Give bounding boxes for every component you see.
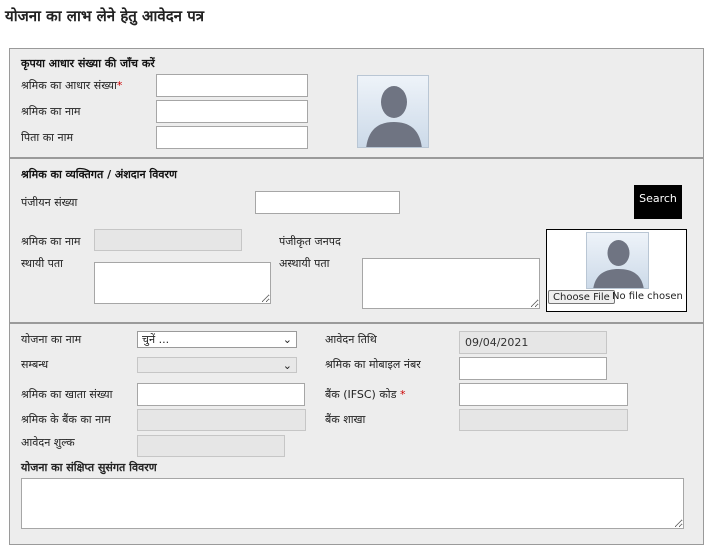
scheme-select-value: चुनें ... bbox=[142, 333, 170, 346]
avatar-icon bbox=[358, 76, 428, 147]
bank-name-label: श्रमिक के बैंक का नाम bbox=[21, 413, 111, 426]
father-name-label: पिता का नाम bbox=[21, 131, 74, 144]
worker-photo bbox=[357, 75, 429, 148]
personal-section-title: श्रमिक का व्यक्तिगत / अंशदान विवरण bbox=[21, 168, 177, 181]
worker-name-input[interactable] bbox=[156, 100, 308, 123]
branch-label: बैंक शाखा bbox=[325, 413, 366, 426]
mobile-label: श्रमिक का मोबाइल नंबर bbox=[325, 358, 421, 371]
no-file-chosen-text: No file chosen bbox=[612, 291, 683, 302]
worker-name-label-2: श्रमिक का नाम bbox=[21, 235, 81, 248]
account-input[interactable] bbox=[137, 383, 305, 406]
ifsc-label-text: बैंक (IFSC) कोड bbox=[325, 388, 397, 401]
choose-file-button[interactable]: Choose File bbox=[548, 290, 615, 304]
description-textarea[interactable] bbox=[21, 478, 684, 529]
aadhaar-label-text: श्रमिक का आधार संख्या bbox=[21, 79, 117, 92]
avatar-icon bbox=[587, 233, 648, 288]
aadhaar-section-title: कृपया आधार संख्या की जाँच करें bbox=[21, 57, 155, 70]
registration-input[interactable] bbox=[255, 191, 400, 214]
worker-name-readonly bbox=[94, 229, 242, 251]
relation-select[interactable]: ⌄ bbox=[137, 357, 297, 373]
scheme-select[interactable]: चुनें ... ⌄ bbox=[137, 331, 297, 348]
page-title: योजना का लाभ लेने हेतु आवेदन पत्र bbox=[5, 7, 205, 25]
ifsc-label: बैंक (IFSC) कोड * bbox=[325, 387, 406, 402]
temporary-address-textarea[interactable] bbox=[362, 258, 540, 309]
aadhaar-input[interactable] bbox=[156, 74, 308, 97]
bank-name-input bbox=[137, 409, 306, 431]
fee-input bbox=[137, 435, 285, 457]
application-date-input bbox=[459, 331, 607, 354]
relation-label: सम्बन्ध bbox=[21, 358, 49, 371]
temporary-address-label: अस्थायी पता bbox=[279, 257, 330, 270]
scheme-name-label: योजना का नाम bbox=[21, 333, 82, 346]
worker-name-label: श्रमिक का नाम bbox=[21, 105, 81, 118]
registration-label: पंजीयन संख्या bbox=[21, 196, 78, 209]
permanent-address-label: स्थायी पता bbox=[21, 257, 64, 270]
permanent-address-textarea[interactable] bbox=[94, 262, 271, 304]
required-mark: * bbox=[400, 388, 406, 401]
father-name-input[interactable] bbox=[156, 126, 308, 149]
registered-district-label: पंजीकृत जनपद bbox=[279, 235, 341, 248]
application-date-label: आवेदन तिथि bbox=[325, 333, 377, 346]
fee-label: आवेदन शुल्क bbox=[21, 436, 75, 449]
mobile-input[interactable] bbox=[459, 357, 607, 380]
ifsc-input[interactable] bbox=[459, 383, 628, 406]
description-label: योजना का संक्षिप्त सुसंगत विवरण bbox=[21, 461, 157, 474]
account-label: श्रमिक का खाता संख्या bbox=[21, 388, 113, 401]
chevron-down-icon: ⌄ bbox=[282, 358, 292, 372]
aadhaar-label: श्रमिक का आधार संख्या* bbox=[21, 78, 122, 93]
search-button[interactable]: Search bbox=[634, 185, 682, 219]
upload-photo-preview bbox=[586, 232, 649, 289]
branch-input bbox=[459, 409, 628, 431]
chevron-down-icon: ⌄ bbox=[282, 333, 292, 346]
required-mark: * bbox=[116, 79, 123, 92]
